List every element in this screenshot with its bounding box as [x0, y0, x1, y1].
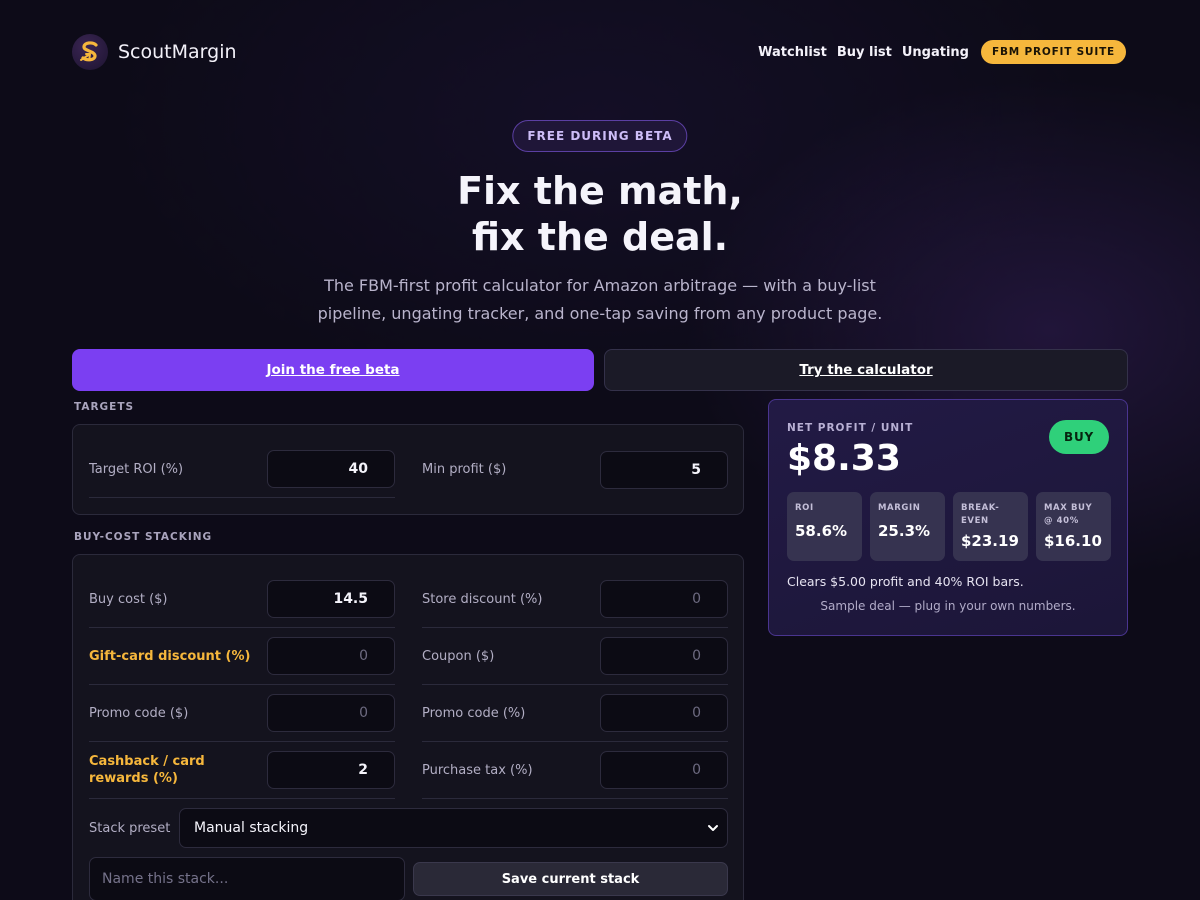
- buy-cost-label: Buy cost ($): [89, 591, 168, 607]
- hero-title: Fix the math, fix the deal.: [0, 168, 1200, 260]
- hero-subtitle-line-1: The FBM-first profit calculator for Amaz…: [324, 276, 876, 295]
- store-discount-label: Store discount (%): [422, 591, 543, 607]
- store-discount-input[interactable]: [600, 580, 728, 618]
- beta-badge: FREE DURING BETA: [512, 120, 688, 152]
- net-profit-label: NET PROFIT / UNIT: [787, 422, 914, 434]
- gift-card-discount-label: Gift-card discount (%): [89, 648, 251, 664]
- stat-roi-label: ROI: [795, 503, 814, 513]
- stat-max-buy-label: MAX BUY @ 40%: [1044, 503, 1093, 526]
- nav-link-ungating[interactable]: Ungating: [902, 45, 969, 60]
- try-calculator-button[interactable]: Try the calculator: [604, 349, 1128, 391]
- brand-name: ScoutMargin: [118, 41, 237, 63]
- target-roi-input[interactable]: [267, 450, 395, 488]
- stack-preset-row: Stack preset Manual stacking: [89, 808, 728, 848]
- stat-roi-value: 58.6%: [795, 522, 848, 540]
- stack-preset-value: Manual stacking: [194, 820, 309, 836]
- stats-row: ROI 58.6% MARGIN 25.3% BREAK-EVEN $23.19…: [787, 492, 1111, 561]
- targets-panel: Target ROI (%) Min profit ($): [72, 424, 744, 515]
- stat-margin-value: 25.3%: [878, 522, 931, 540]
- top-nav: ScoutMargin Watchlist Buy list Ungating …: [72, 30, 1126, 74]
- cashback-input[interactable]: [267, 751, 395, 789]
- buy-badge: BUY: [1049, 420, 1109, 454]
- promo-code-percent-label: Promo code (%): [422, 705, 526, 721]
- buy-cost-input[interactable]: [267, 580, 395, 618]
- stat-margin: MARGIN 25.3%: [870, 492, 945, 561]
- brand[interactable]: ScoutMargin: [72, 34, 237, 70]
- buy-cost-field: Buy cost ($): [89, 571, 395, 628]
- promo-code-percent-field: Promo code (%): [422, 685, 728, 742]
- min-profit-field: Min profit ($): [422, 441, 728, 498]
- promo-code-dollar-field: Promo code ($): [89, 685, 395, 742]
- nav-link-watchlist[interactable]: Watchlist: [758, 45, 827, 60]
- logo-icon: [72, 34, 108, 70]
- coupon-field: Coupon ($): [422, 628, 728, 685]
- stat-max-buy: MAX BUY @ 40% $16.10: [1036, 492, 1111, 561]
- stacking-panel: Buy cost ($) Store discount (%) Gift-car…: [72, 554, 744, 900]
- sample-note: Sample deal — plug in your own numbers.: [820, 599, 1076, 613]
- hero-title-line-1: Fix the math,: [457, 169, 743, 213]
- clears-text: Clears $5.00 profit and 40% ROI bars.: [787, 574, 1024, 589]
- result-card: NET PROFIT / UNIT $8.33 BUY ROI 58.6% MA…: [768, 399, 1128, 636]
- min-profit-label: Min profit ($): [422, 462, 507, 477]
- hero-subtitle: The FBM-first profit calculator for Amaz…: [0, 272, 1200, 328]
- promo-code-percent-input[interactable]: [600, 694, 728, 732]
- target-roi-label: Target ROI (%): [89, 461, 184, 477]
- cashback-field: Cashback / card rewards (%): [89, 742, 395, 799]
- targets-section-label: TARGETS: [74, 401, 135, 413]
- stat-break-even: BREAK-EVEN $23.19: [953, 492, 1028, 561]
- chevron-down-icon: [708, 825, 718, 831]
- cashback-label: Cashback / card rewards (%): [89, 754, 205, 786]
- stack-preset-select[interactable]: Manual stacking: [179, 808, 728, 848]
- stat-max-buy-value: $16.10: [1044, 532, 1102, 550]
- nav-pill-fbm-suite[interactable]: FBM PROFIT SUITE: [980, 40, 1126, 64]
- stacking-section-label: BUY-COST STACKING: [74, 531, 213, 543]
- hero-title-line-2: fix the deal.: [471, 215, 729, 259]
- coupon-input[interactable]: [600, 637, 728, 675]
- coupon-label: Coupon ($): [422, 648, 495, 664]
- join-beta-button[interactable]: Join the free beta: [72, 349, 594, 391]
- stat-margin-label: MARGIN: [878, 503, 921, 513]
- stat-break-even-value: $23.19: [961, 532, 1019, 550]
- gift-card-discount-field: Gift-card discount (%): [89, 628, 395, 685]
- stat-roi: ROI 58.6%: [787, 492, 862, 561]
- purchase-tax-label: Purchase tax (%): [422, 762, 533, 778]
- stat-break-even-label: BREAK-EVEN: [961, 503, 1000, 526]
- nav-link-buy-list[interactable]: Buy list: [837, 45, 892, 60]
- hero-subtitle-line-2: pipeline, ungating tracker, and one-tap …: [317, 304, 883, 323]
- save-stack-button[interactable]: Save current stack: [413, 862, 728, 896]
- promo-code-dollar-label: Promo code ($): [89, 705, 189, 721]
- net-profit-value: $8.33: [787, 438, 901, 479]
- store-discount-field: Store discount (%): [422, 571, 728, 628]
- purchase-tax-field: Purchase tax (%): [422, 742, 728, 799]
- min-profit-input[interactable]: [600, 450, 728, 489]
- promo-code-dollar-input[interactable]: [267, 694, 395, 732]
- gift-card-discount-input[interactable]: [267, 637, 395, 675]
- purchase-tax-input[interactable]: [600, 751, 728, 789]
- target-roi-field: Target ROI (%): [89, 441, 395, 498]
- stack-name-input[interactable]: [89, 857, 405, 900]
- stack-preset-label: Stack preset: [89, 820, 171, 836]
- nav-links: Watchlist Buy list Ungating FBM PROFIT S…: [758, 40, 1126, 64]
